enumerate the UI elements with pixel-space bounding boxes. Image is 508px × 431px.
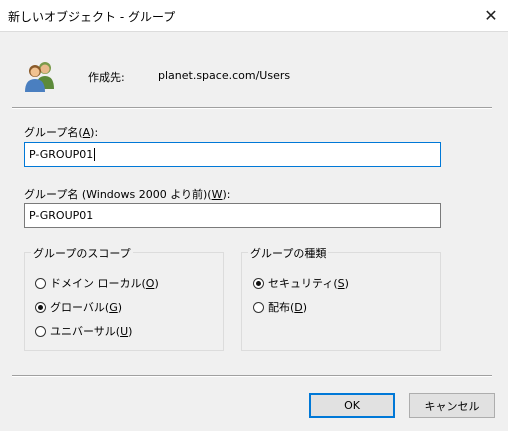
cancel-button[interactable]: キャンセル [409,393,495,418]
radio-domain-local[interactable]: ドメイン ローカル(O) [35,275,159,291]
create-in-label: 作成先: [88,71,125,84]
group-name-pre2000-label: グループ名 (Windows 2000 より前)(W): [24,188,231,201]
group-name-input[interactable]: P-GROUP01 [24,142,441,167]
separator-bottom [12,375,492,377]
radio-tail: ) [344,276,349,290]
text-caret [94,148,96,161]
radio-accel: U [120,324,129,338]
create-in-path: planet.space.com/Users [158,69,291,82]
radio-circle [35,277,46,289]
radio-label: ドメイン ローカル( [50,277,146,290]
radio-label: ユニバーサル( [50,325,121,338]
radio-label: セキュリティ( [268,277,338,290]
radio-tail: ) [117,300,123,314]
ok-button[interactable]: OK [309,393,395,418]
radio-circle-selected [35,301,46,313]
radio-circle [35,325,46,337]
radio-distribution[interactable]: 配布(D) [253,299,307,315]
radio-universal[interactable]: ユニバーサル(U) [35,323,132,339]
title-bar: 新しいオブジェクト - グループ ✕ [0,0,508,32]
group-name-value: P-GROUP01 [29,148,94,161]
group-name-pre2000-value: P-GROUP01 [29,209,94,222]
radio-global[interactable]: グローバル(G) [35,299,122,315]
group-name-pre2000-input[interactable]: P-GROUP01 [24,203,441,228]
type-groupbox: グループの種類 セキュリティ(S) 配布(D) [241,245,441,351]
users-group-icon [25,62,54,92]
radio-accel: S [337,276,345,290]
window-title: 新しいオブジェクト - グループ [8,10,176,24]
radio-circle-selected [253,277,264,289]
type-groupbox-title: グループの種類 [248,245,329,261]
close-icon: ✕ [484,6,498,25]
radio-accel: D [294,300,303,314]
radio-accel: O [145,276,155,290]
scope-groupbox-title: グループのスコープ [31,245,133,261]
radio-circle [253,301,264,313]
radio-tail: ) [302,300,308,314]
radio-label: グローバル( [50,301,110,314]
group-name-label: グループ名(A): [24,126,99,139]
separator-top [12,107,492,109]
radio-tail: ) [128,324,133,338]
radio-security[interactable]: セキュリティ(S) [253,275,349,291]
scope-groupbox: グループのスコープ ドメイン ローカル(O) グローバル(G) ユニバーサル(U… [24,245,224,351]
close-button[interactable]: ✕ [474,0,508,31]
dialog-body: 作成先: planet.space.com/Users グループ名(A): P-… [0,32,508,431]
radio-accel: G [109,300,118,314]
radio-tail: ) [154,276,159,290]
radio-label: 配布( [268,301,295,314]
